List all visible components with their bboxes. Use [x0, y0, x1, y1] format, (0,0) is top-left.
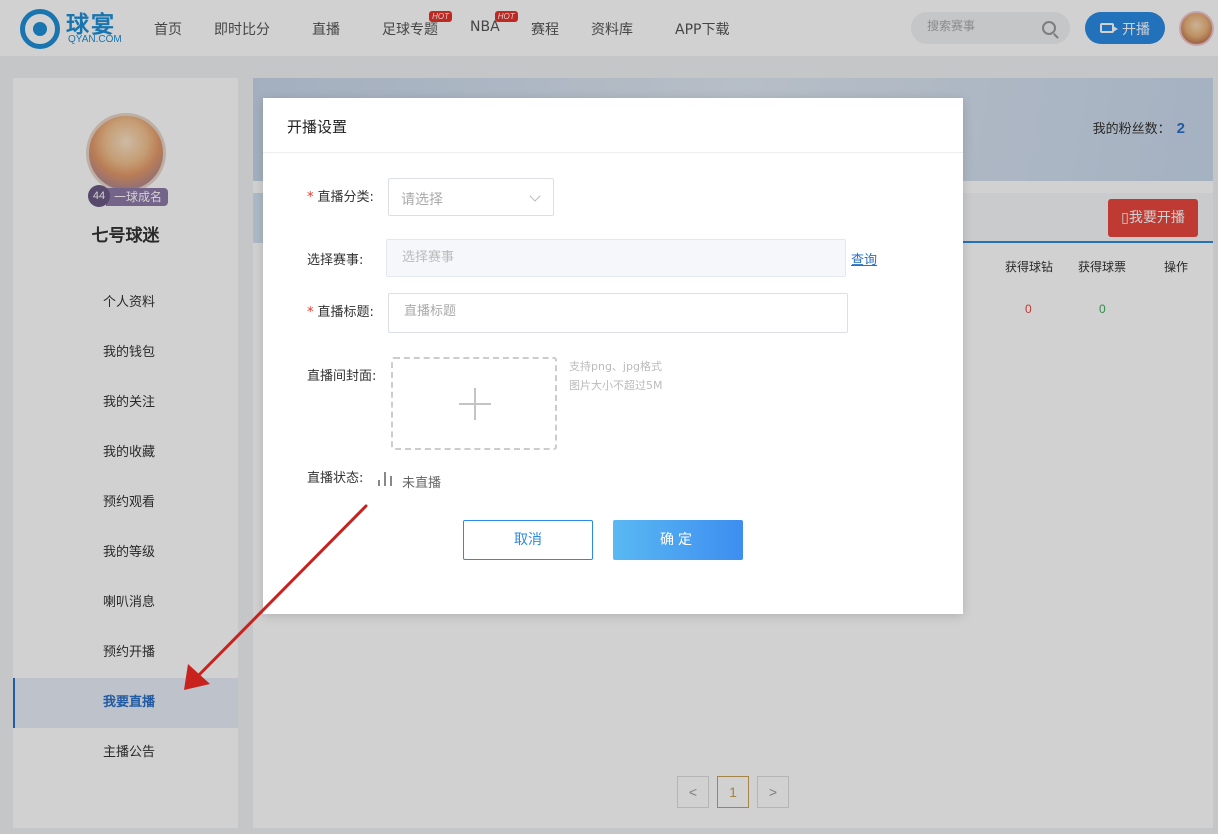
cover-upload[interactable]: [391, 357, 557, 450]
status-label: 直播状态:: [307, 471, 364, 486]
required-mark: *: [307, 305, 314, 320]
status-value: 未直播: [402, 476, 442, 491]
match-input: [402, 250, 822, 265]
title-input[interactable]: [404, 304, 824, 319]
category-select[interactable]: 请选择: [388, 178, 554, 216]
cover-label: 直播间封面:: [307, 369, 377, 384]
plus-icon: [474, 388, 476, 420]
cover-hint-size: 图片大小不超过5M: [569, 379, 663, 392]
query-link[interactable]: 查询: [851, 249, 877, 268]
cancel-button[interactable]: 取消: [463, 520, 593, 560]
match-field: [386, 239, 846, 277]
live-settings-modal: 开播设置 *直播分类: 请选择 选择赛事: 查询 *直播标题: 直播间封面: 支…: [263, 98, 963, 614]
match-label: 选择赛事:: [307, 253, 364, 268]
required-mark: *: [307, 190, 314, 205]
signal-bars-icon: [378, 472, 398, 486]
category-label: * 直播分类:: [307, 190, 374, 205]
title-label: * 直播标题:: [307, 305, 374, 320]
cover-hint-format: 支持png、jpg格式: [569, 360, 662, 373]
confirm-button[interactable]: 确定: [613, 520, 743, 560]
modal-divider: [263, 152, 963, 153]
modal-title: 开播设置: [287, 118, 348, 136]
chevron-down-icon: [529, 190, 541, 202]
title-field: [388, 293, 848, 333]
category-select-value: 请选择: [401, 192, 443, 208]
